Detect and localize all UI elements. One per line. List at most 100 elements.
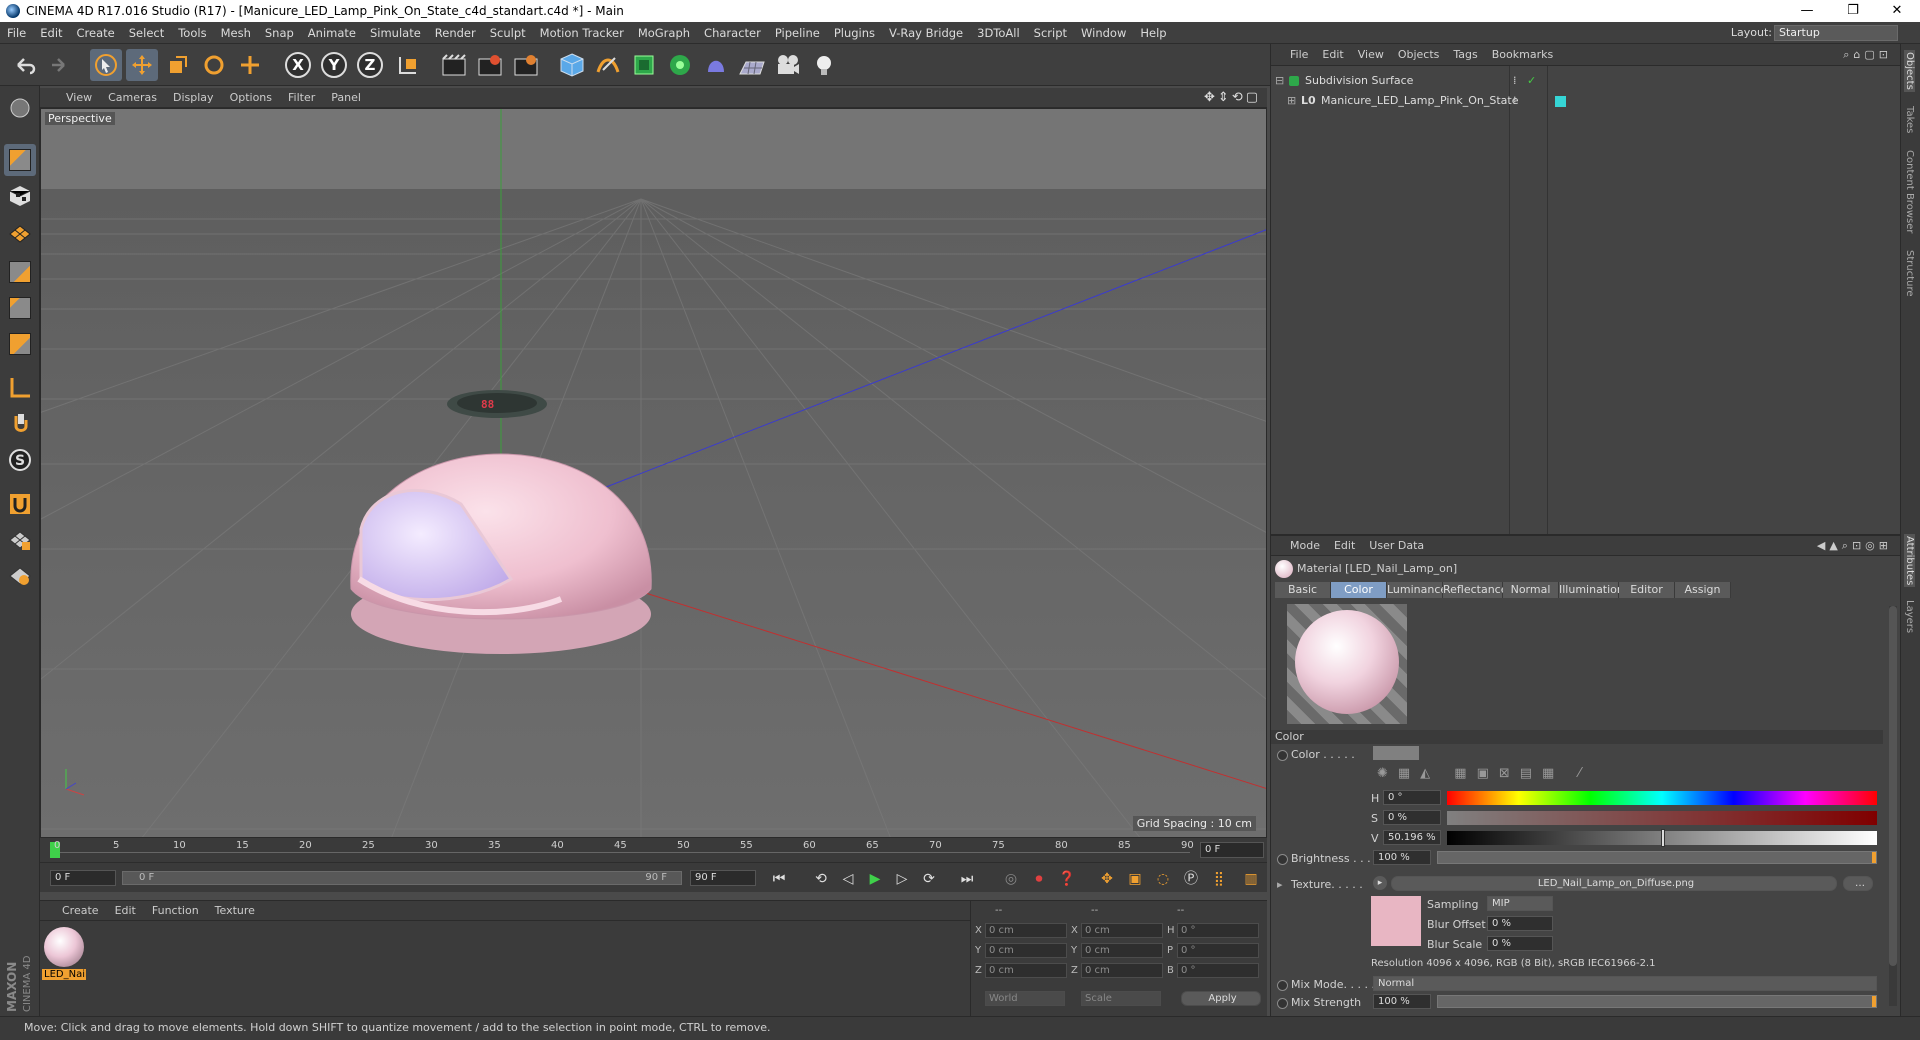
autokeying-icon[interactable]: ❓	[1056, 868, 1078, 890]
key-pla-icon[interactable]: ⣿	[1208, 868, 1230, 890]
objects-menu-objects[interactable]: Objects	[1391, 48, 1447, 61]
blur-offset-field[interactable]: 0 %	[1487, 916, 1553, 931]
render-picture-viewer-icon[interactable]	[474, 49, 506, 81]
menu-simulate[interactable]: Simulate	[363, 22, 428, 44]
size-z-field[interactable]: 0 cm	[1081, 963, 1163, 978]
object-row[interactable]: ⊟ Subdivision Surface ⁞ ✓	[1271, 72, 1901, 90]
attributes-menu-mode[interactable]: Mode	[1283, 539, 1327, 552]
attributes-menu-edit[interactable]: Edit	[1327, 539, 1362, 552]
workplane-mode-icon[interactable]	[4, 216, 36, 248]
maximize-button[interactable]: ❐	[1830, 0, 1876, 22]
material-menu-texture[interactable]: Texture	[207, 904, 263, 917]
key-parameter-icon[interactable]: Ⓟ	[1180, 868, 1202, 890]
menu-create[interactable]: Create	[70, 22, 122, 44]
lock-workplane-icon[interactable]	[4, 524, 36, 556]
viewport-menu-display[interactable]: Display	[165, 88, 222, 108]
material-menu-create[interactable]: Create	[40, 904, 107, 917]
next-key-icon[interactable]: ⟳	[918, 868, 940, 890]
texture-browse-button[interactable]: …	[1843, 876, 1873, 891]
menu-snap[interactable]: Snap	[258, 22, 301, 44]
brightness-field[interactable]: 100 %	[1373, 850, 1431, 865]
model-mode-icon[interactable]	[4, 144, 36, 176]
value-slider-handle[interactable]	[1661, 829, 1665, 847]
edges-mode-icon[interactable]	[4, 292, 36, 324]
current-frame-field[interactable]: 0 F	[1200, 842, 1264, 858]
make-editable-icon[interactable]	[4, 92, 36, 124]
material-thumbnail[interactable]: LED_Nail	[42, 925, 86, 983]
attributes-menu-user-data[interactable]: User Data	[1362, 539, 1431, 552]
key-rotation-icon[interactable]: ◌	[1152, 868, 1174, 890]
floor-icon[interactable]	[736, 49, 768, 81]
magnet-icon[interactable]	[4, 488, 36, 520]
workplane-snap-icon[interactable]	[4, 560, 36, 592]
rotate-tool-icon[interactable]	[198, 49, 230, 81]
tab-normal[interactable]: Normal	[1503, 582, 1559, 598]
keyframe-selection-icon[interactable]: ◎	[1000, 868, 1022, 890]
color-picker-mode-icons[interactable]: ✺▦◭ ▦▣⊠▤▦ ⁄	[1377, 766, 1591, 781]
saturation-slider[interactable]	[1447, 811, 1877, 825]
axis-mode-icon[interactable]	[4, 372, 36, 404]
scale-tool-icon[interactable]	[162, 49, 194, 81]
size-y-field[interactable]: 0 cm	[1081, 943, 1163, 958]
enabled-check-icon[interactable]: ✓	[1527, 72, 1536, 90]
close-button[interactable]: ✕	[1874, 0, 1920, 22]
perspective-viewport[interactable]: 88 Perspective Grid Spacing : 10 cm	[40, 108, 1267, 838]
size-x-field[interactable]: 0 cm	[1081, 923, 1163, 938]
attribute-nav-icons[interactable]: ◀▲⌕⊡◎⊞	[1817, 539, 1892, 553]
deformer-icon[interactable]	[700, 49, 732, 81]
snap-icon[interactable]: S	[4, 444, 36, 476]
texture-expand-icon[interactable]: ▸	[1277, 878, 1283, 891]
z-axis-lock-button[interactable]: Z	[354, 49, 386, 81]
tweak-mode-icon[interactable]	[4, 408, 36, 440]
menu-animate[interactable]: Animate	[301, 22, 363, 44]
menu-sculpt[interactable]: Sculpt	[483, 22, 533, 44]
vtab-content-browser[interactable]: Content Browser	[1904, 150, 1915, 233]
menu-vray-bridge[interactable]: V-Ray Bridge	[882, 22, 970, 44]
rotation-b-field[interactable]: 0 °	[1177, 963, 1259, 978]
menu-edit[interactable]: Edit	[33, 22, 69, 44]
menu-pipeline[interactable]: Pipeline	[768, 22, 827, 44]
start-frame-field[interactable]: 0 F	[50, 870, 116, 886]
cloner-icon[interactable]	[664, 49, 696, 81]
menu-plugins[interactable]: Plugins	[827, 22, 882, 44]
viewport-menu-options[interactable]: Options	[222, 88, 280, 108]
redo-icon[interactable]	[42, 49, 74, 81]
tab-luminance[interactable]: Luminance	[1387, 582, 1447, 598]
viewport-nav-icons[interactable]: ✥⇕⟲▢	[1204, 90, 1261, 105]
previous-frame-icon[interactable]: ◁	[837, 868, 859, 890]
menu-window[interactable]: Window	[1074, 22, 1133, 44]
hue-field[interactable]: 0 °	[1383, 790, 1441, 805]
render-view-icon[interactable]	[438, 49, 470, 81]
go-to-start-icon[interactable]: ⏮	[768, 868, 790, 890]
tab-assign[interactable]: Assign	[1675, 582, 1731, 598]
mix-mode-animate-radio[interactable]	[1277, 980, 1288, 991]
y-axis-lock-button[interactable]: Y	[318, 49, 350, 81]
vtab-layers[interactable]: Layers	[1904, 600, 1915, 633]
end-frame-field[interactable]: 90 F	[690, 870, 756, 886]
tab-reflectance[interactable]: Reflectance	[1443, 582, 1508, 598]
tab-basic[interactable]: Basic	[1275, 582, 1331, 598]
world-dropdown[interactable]: World	[985, 991, 1065, 1006]
vtab-structure[interactable]: Structure	[1904, 250, 1915, 297]
minimize-button[interactable]: —	[1784, 0, 1830, 22]
attribute-scrollbar[interactable]	[1889, 606, 1897, 1006]
menu-motion-tracker[interactable]: Motion Tracker	[533, 22, 631, 44]
menu-script[interactable]: Script	[1027, 22, 1074, 44]
apply-button[interactable]: Apply	[1181, 991, 1261, 1006]
material-tag-icon[interactable]	[1555, 96, 1566, 107]
polygons-mode-icon[interactable]	[4, 328, 36, 360]
menu-character[interactable]: Character	[697, 22, 768, 44]
objects-menu-bookmarks[interactable]: Bookmarks	[1485, 48, 1560, 61]
live-selection-icon[interactable]	[90, 49, 122, 81]
scale-dropdown[interactable]: Scale	[1081, 991, 1161, 1006]
coordinate-system-icon[interactable]	[392, 49, 424, 81]
vtab-attributes[interactable]: Attributes	[1904, 534, 1915, 588]
render-settings-icon[interactable]	[510, 49, 542, 81]
color-animate-radio[interactable]	[1277, 750, 1288, 761]
menu-help[interactable]: Help	[1133, 22, 1173, 44]
color-swatch[interactable]	[1373, 746, 1419, 760]
objects-menu-file[interactable]: File	[1283, 48, 1315, 61]
x-axis-lock-button[interactable]: X	[282, 49, 314, 81]
layout-dropdown[interactable]: Startup	[1774, 25, 1898, 41]
material-menu-edit[interactable]: Edit	[107, 904, 144, 917]
